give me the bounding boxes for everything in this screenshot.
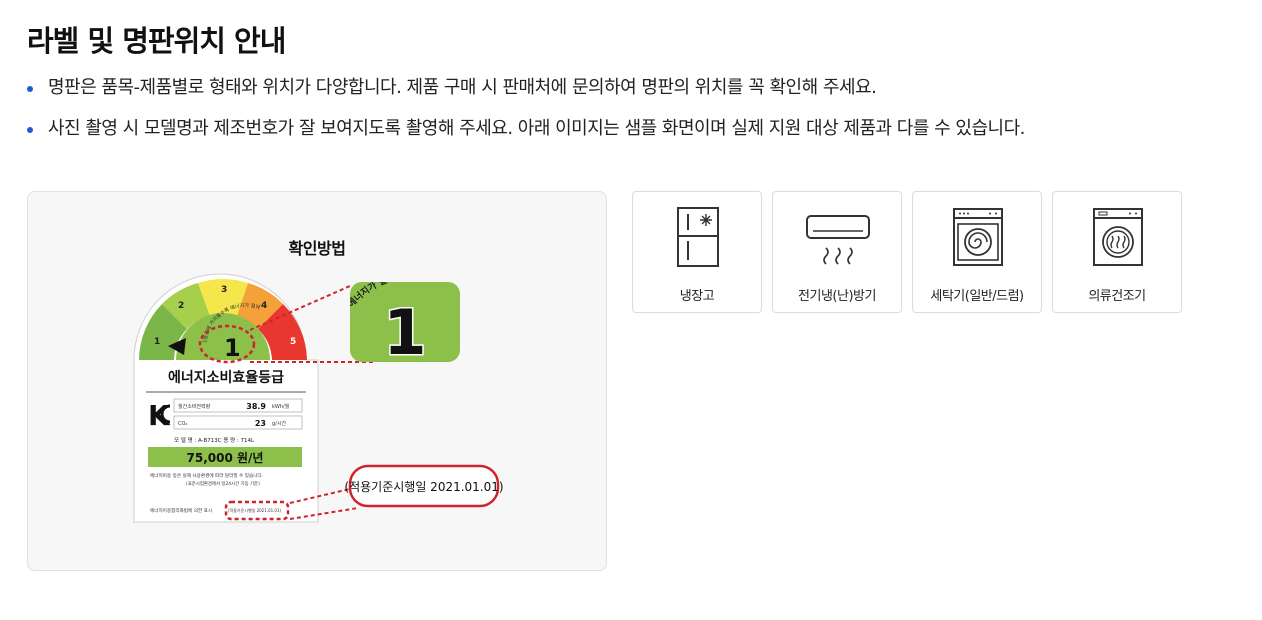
washing-machine-icon <box>953 208 1003 266</box>
spec-unit: g/시간 <box>272 420 286 427</box>
category-washing-machine[interactable]: 세탁기(일반/드럼) <box>912 191 1042 313</box>
product-category-list: 냉장고 전기냉(난)방기 세탁기(일반/드럼) 의류건조기 <box>632 191 1182 313</box>
grade-number: 4 <box>261 301 267 311</box>
spec-label: 월간소비전력량 <box>178 403 211 410</box>
grade-value: 1 <box>224 334 241 362</box>
energy-label-illustration: 1 2 3 4 5 1등급에 가까울수록 에너지가 절약 1 에너지소비효율등급… <box>133 273 504 523</box>
notice-item: 사진 촬영 시 모델명과 제조번호가 잘 보여지도록 촬영해 주세요. 아래 이… <box>27 119 1025 139</box>
notice-item: 명판은 품목-제품별로 형태와 위치가 다양합니다. 제품 구매 시 판매처에 … <box>27 78 1025 98</box>
notice-text: 사진 촬영 시 모델명과 제조번호가 잘 보여지도록 촬영해 주세요. 아래 이… <box>48 118 1025 139</box>
clothes-dryer-icon <box>1093 208 1143 266</box>
spec-label: CO₂ <box>178 421 187 427</box>
annual-cost: 75,000 원/년 <box>187 451 264 465</box>
grade-number: 3 <box>221 285 227 295</box>
air-conditioner-icon <box>806 215 870 265</box>
refrigerator-icon <box>677 207 719 267</box>
notice-text: 명판은 품목-제품별로 형태와 위치가 다양합니다. 제품 구매 시 판매처에 … <box>48 77 877 98</box>
date-callout-text: (적용기준시행일 2021.01.01) <box>344 479 503 494</box>
grade-number: 5 <box>290 337 296 347</box>
kc-mark-icon: K <box>148 399 171 432</box>
page-title: 라벨 및 명판위치 안내 <box>27 24 286 58</box>
spec-value: 23 <box>255 419 266 428</box>
category-refrigerator[interactable]: 냉장고 <box>632 191 762 313</box>
label-disclaimer: 에너지비용 등은 실제 사용환경에 따라 달라질 수 있습니다. <box>150 472 263 479</box>
category-label: 전기냉(난)방기 <box>798 289 876 304</box>
category-label: 세탁기(일반/드럼) <box>930 289 1024 304</box>
label-disclaimer: (표준시험환경에서 일24시간 가동 기준) <box>186 480 260 487</box>
spec-unit: kWh/월 <box>272 403 290 410</box>
category-label: 냉장고 <box>679 289 715 304</box>
bullet-icon <box>27 127 33 133</box>
label-footer: 에너지이용합리화법에 의한 표시 <box>150 507 212 514</box>
category-clothes-dryer[interactable]: 의류건조기 <box>1052 191 1182 313</box>
label-heading: 에너지소비효율등급 <box>168 369 284 386</box>
notice-list: 명판은 품목-제품별로 형태와 위치가 다양합니다. 제품 구매 시 판매처에 … <box>27 78 1025 160</box>
spec-value: 38.9 <box>246 402 266 411</box>
label-guide-panel: 확인방법 1 2 3 4 5 1등급에 가까울수록 에너지가 절약 1 에너지소… <box>27 191 607 571</box>
label-footer-date: (적용기준시행일 2021.01.01) <box>228 507 281 513</box>
bullet-icon <box>27 86 33 92</box>
category-label: 의류건조기 <box>1088 289 1146 304</box>
zoomed-grade-view: 에 가까울수록 에너지가 절약 1 <box>350 282 460 371</box>
category-air-conditioner[interactable]: 전기냉(난)방기 <box>772 191 902 313</box>
zoomed-grade-value: 1 <box>383 296 426 369</box>
grade-number: 1 <box>154 337 160 347</box>
svg-text:K: K <box>148 399 171 432</box>
model-line: 모 델 명 : A-B713C 용 량 : 714L <box>174 436 255 444</box>
grade-number: 2 <box>178 301 184 311</box>
